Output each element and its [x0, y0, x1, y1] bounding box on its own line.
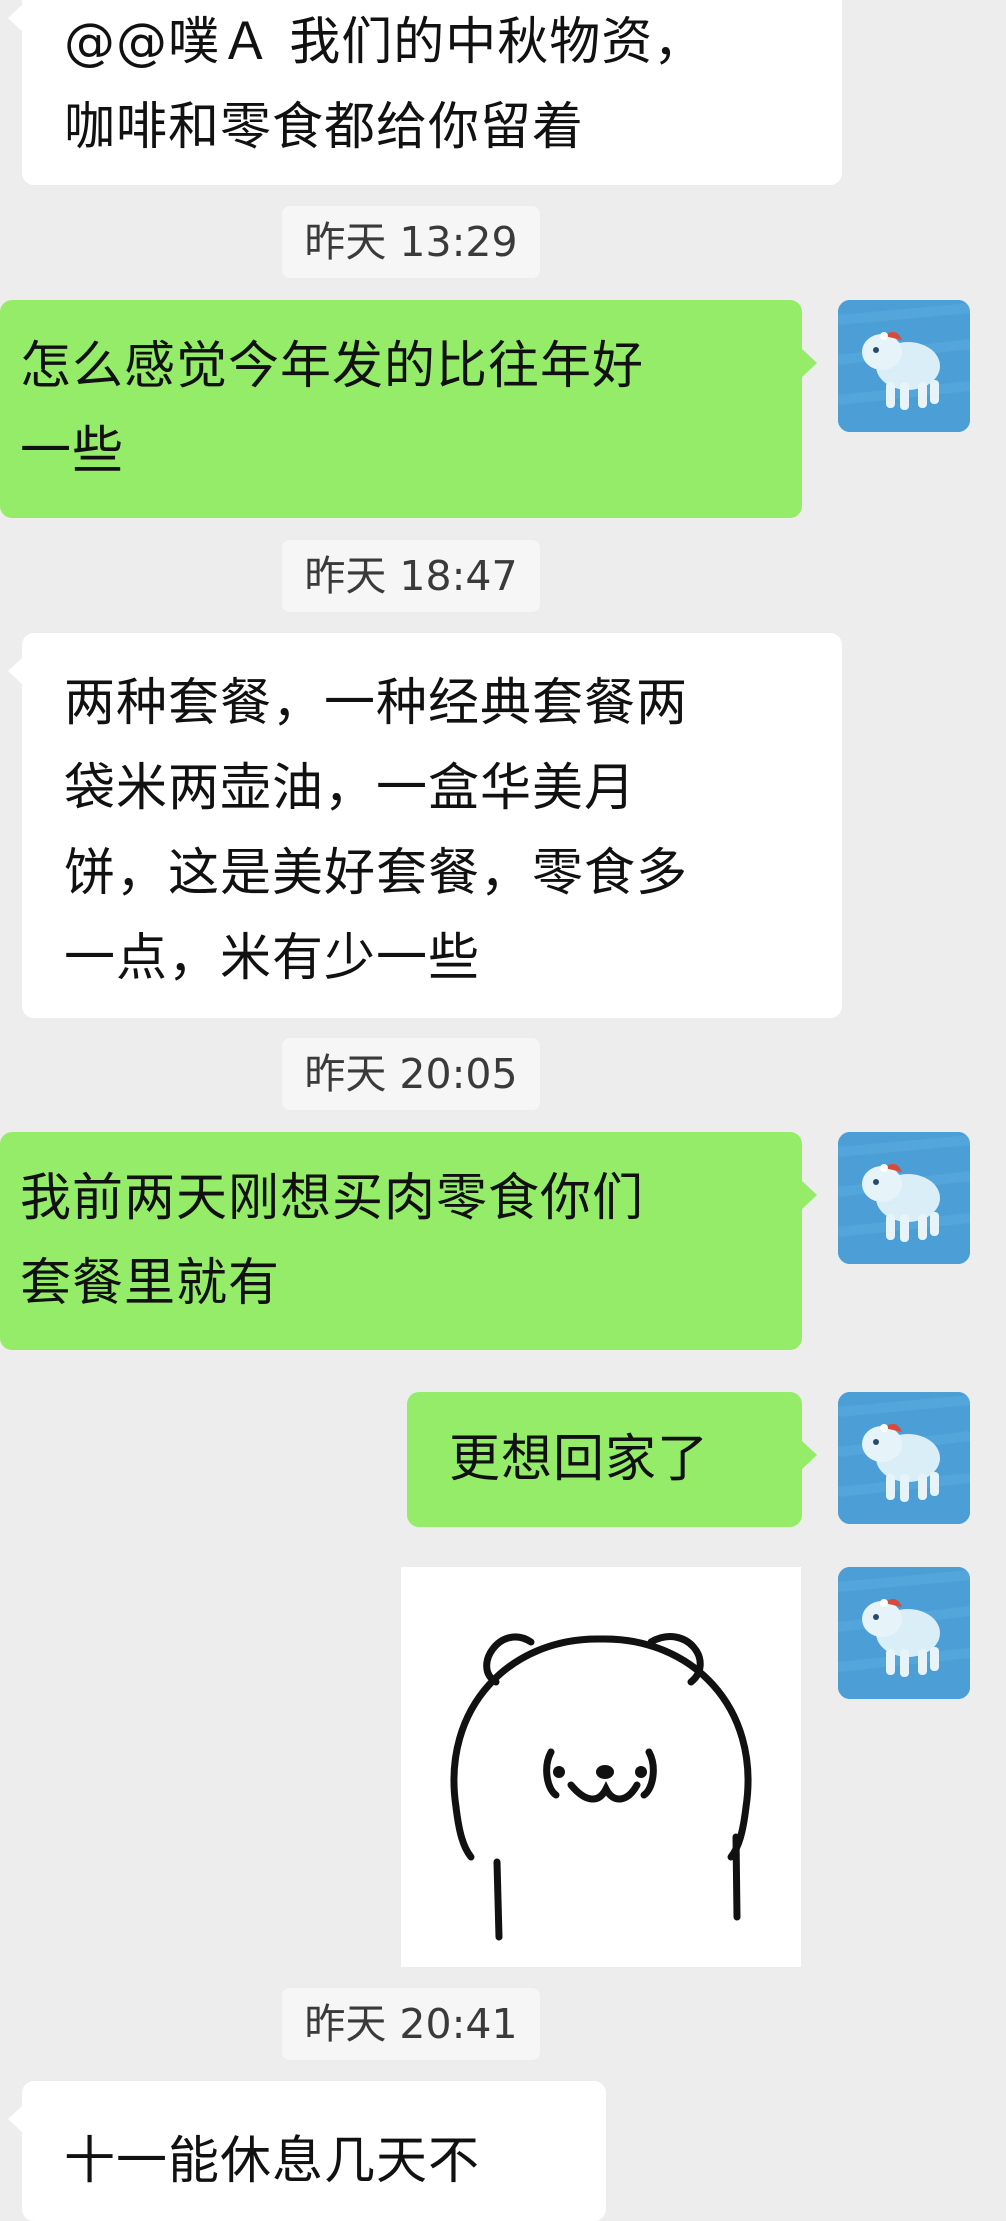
message-text-line: 袋米两壶油，一盒华美月 — [64, 759, 637, 818]
message-bubble-incoming[interactable]: @@噗Ａ 我们的中秋物资， 咖啡和零食都给你留着 — [8, 0, 842, 185]
message-text-line: 两种套餐，一种经典套餐两 — [64, 674, 689, 733]
timestamp: 昨天 20:41 — [282, 1988, 540, 2060]
blue-dog-avatar-icon[interactable] — [838, 300, 970, 432]
message-bubble-incoming[interactable]: 十一能休息几天不 — [8, 2081, 606, 2221]
message-text-line: 怎么感觉今年发的比往年好 — [20, 337, 645, 396]
message-text-line: 我前两天刚想买肉零食你们 — [20, 1169, 645, 1228]
bear-sticker-icon[interactable] — [401, 1567, 801, 1967]
message-text-line: 更想回家了 — [449, 1430, 710, 1489]
message-text-line: 十一能休息几天不 — [64, 2132, 481, 2191]
blue-dog-avatar-icon[interactable] — [838, 1392, 970, 1524]
timestamp: 昨天 13:29 — [282, 206, 540, 278]
timestamp: 昨天 20:05 — [282, 1038, 540, 1110]
blue-dog-avatar-icon[interactable] — [838, 1132, 970, 1264]
message-text-line: 咖啡和零食都给你留着 — [64, 98, 585, 157]
message-text-line: 饼，这是美好套餐，零食多 — [64, 844, 689, 903]
message-bubble-outgoing[interactable]: 我前两天刚想买肉零食你们 套餐里就有 — [0, 1132, 817, 1350]
message-bubble-outgoing[interactable]: 怎么感觉今年发的比往年好 一些 — [0, 300, 817, 518]
chat-message-list[interactable]: @@噗Ａ 我们的中秋物资， 咖啡和零食都给你留着 昨天 13:29 怎么感觉今年… — [0, 0, 1006, 2221]
message-text-line: 一些 — [20, 422, 125, 481]
blue-dog-avatar-icon[interactable] — [838, 1567, 970, 1699]
message-bubble-incoming[interactable]: 两种套餐，一种经典套餐两 袋米两壶油，一盒华美月 饼，这是美好套餐，零食多 一点… — [8, 633, 842, 1018]
message-text-line: 一点，米有少一些 — [64, 929, 481, 988]
message-bubble-outgoing[interactable]: 更想回家了 — [407, 1392, 817, 1527]
timestamp: 昨天 18:47 — [282, 540, 540, 612]
message-text-line: @@噗Ａ 我们的中秋物资， — [64, 13, 706, 72]
message-text-line: 套餐里就有 — [20, 1254, 281, 1313]
